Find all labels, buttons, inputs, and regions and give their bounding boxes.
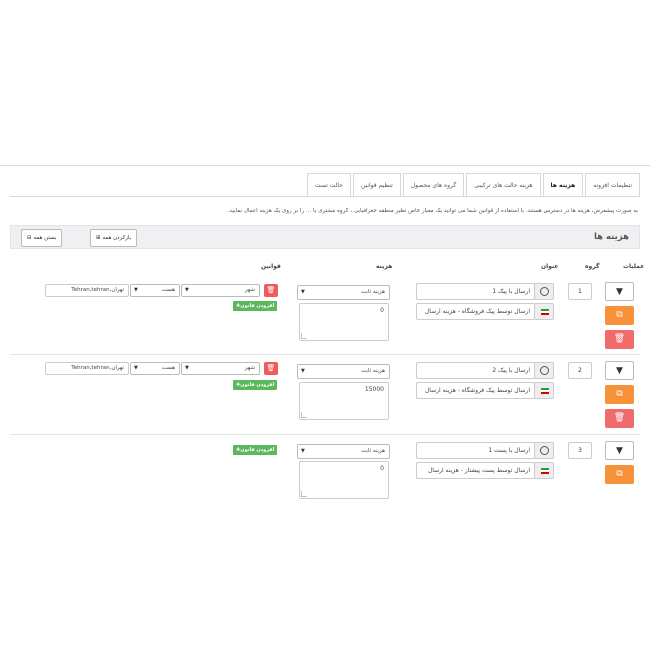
resize-grip-icon[interactable] [301,491,307,497]
dial-icon [540,446,549,455]
description-input[interactable]: ارسال توسط پیک فروشگاه - هزینه ارسال [416,303,535,320]
costs-panel-header: هزینه ها ⊞ بازکردن همه ⊟ بستن همه [10,225,640,249]
rule-operator-select[interactable]: ▼ هست [130,284,180,297]
copy-icon: ⧉ [616,310,623,320]
rule-field-select[interactable]: ▼ شهر [181,284,260,297]
tab-product-groups[interactable]: گروه های محصول [402,173,465,196]
column-operations: عملیات [623,263,645,270]
duplicate-button[interactable]: ⧉ [605,385,634,404]
iran-flag-icon [541,388,549,394]
expand-all-button[interactable]: ⊞ بازکردن همه [90,229,138,247]
column-title: عنوان [541,263,559,270]
title-input[interactable]: ارسال با پیک 2 [416,362,535,379]
add-rule-button[interactable]: ✚افزودن قانون [233,380,278,390]
trash-icon: 🗑 [613,334,626,344]
group-input[interactable]: 2 [568,362,592,379]
panel-title: هزینه ها [593,232,629,242]
add-rule-button[interactable]: ✚افزودن قانون [233,301,278,311]
tab-bar: تنظیمات افزونه هزینه ها هزینه حالت های ت… [305,173,640,196]
iran-flag-icon [541,309,549,315]
add-rule-button[interactable]: ✚افزودن قانون [233,445,278,455]
chevron-down-icon: ▼ [185,365,189,371]
rule-field-select[interactable]: ▼ شهر [181,362,260,375]
column-group: گروه [585,263,600,270]
group-input[interactable]: 1 [568,283,592,300]
trash-icon: 🗑 [266,364,276,372]
tab-combined-costs[interactable]: هزینه حالت های ترکیبی [466,173,541,196]
chevron-down-icon: ▼ [185,287,189,293]
rule-value-input[interactable]: تهران,Tehran,tehran [45,362,129,375]
delete-rule-button[interactable]: 🗑 [264,284,278,297]
trash-icon: 🗑 [266,286,276,294]
delete-button[interactable]: 🗑 [605,409,634,428]
title-addon [534,362,554,379]
rule-operator-select[interactable]: ▼ هست [130,362,180,375]
top-divider [0,165,650,166]
chevron-down-icon: ▼ [134,287,138,293]
row-divider [10,434,640,435]
chevron-down-icon: ▼ [616,366,623,376]
tab-costs[interactable]: هزینه ها [542,173,584,196]
collapse-all-button[interactable]: ⊟ بستن همه [21,229,63,247]
chevron-down-icon: ▼ [616,446,623,456]
cost-type-select[interactable]: ▼ هزینه ثابت [297,364,390,379]
copy-icon: ⧉ [616,389,623,399]
duplicate-button[interactable]: ⧉ [605,465,634,484]
expand-icon: ⊞ [96,235,101,241]
dial-icon [540,287,549,296]
description-addon [534,382,554,399]
chevron-down-icon: ▼ [616,287,623,297]
column-rules: قوانین [261,263,281,270]
resize-grip-icon[interactable] [301,333,307,339]
chevron-down-icon: ▼ [301,289,305,295]
toggle-button[interactable]: ▼ [605,282,634,301]
toggle-button[interactable]: ▼ [605,441,634,460]
cost-value-textarea[interactable]: 0 [299,303,389,341]
toggle-button[interactable]: ▼ [605,361,634,380]
description-addon [534,462,554,479]
duplicate-button[interactable]: ⧉ [605,306,634,325]
delete-button[interactable]: 🗑 [605,330,634,349]
iran-flag-icon [541,468,549,474]
resize-grip-icon[interactable] [301,412,307,418]
title-addon [534,442,554,459]
title-input[interactable]: ارسال با پیک 1 [416,283,535,300]
chevron-down-icon: ▼ [301,448,305,454]
help-text: به صورت پیشفرض، هزینه ها در دسترس هستند.… [227,208,638,214]
title-addon [534,283,554,300]
chevron-down-icon: ▼ [301,368,305,374]
title-input[interactable]: ارسال با پست 1 [416,442,535,459]
copy-icon: ⧉ [616,469,623,479]
cost-type-select[interactable]: ▼ هزینه ثابت [297,444,390,459]
row-divider [10,354,640,355]
delete-rule-button[interactable]: 🗑 [264,362,278,375]
description-input[interactable]: ارسال توسط پست پیشتاز - هزینه ارسال [416,462,535,479]
column-cost: هزینه [376,263,393,270]
collapse-icon: ⊟ [27,235,32,241]
tab-rule-settings[interactable]: تنظیم قوانین [352,173,401,196]
rule-value-input[interactable]: تهران,Tehran,tehran [45,284,129,297]
cost-type-select[interactable]: ▼ هزینه ثابت [297,285,390,300]
cost-value-textarea[interactable]: 15000 [299,382,389,420]
group-input[interactable]: 3 [568,442,592,459]
description-input[interactable]: ارسال توسط پیک فروشگاه - هزینه ارسال [416,382,535,399]
chevron-down-icon: ▼ [134,365,138,371]
tab-divider [10,196,640,197]
trash-icon: 🗑 [613,413,626,423]
cost-value-textarea[interactable]: 0 [299,461,389,499]
dial-icon [540,366,549,375]
tab-plugin-settings[interactable]: تنظیمات افزونه [585,173,640,196]
tab-test-mode[interactable]: حالت تست [306,173,351,196]
description-addon [534,303,554,320]
